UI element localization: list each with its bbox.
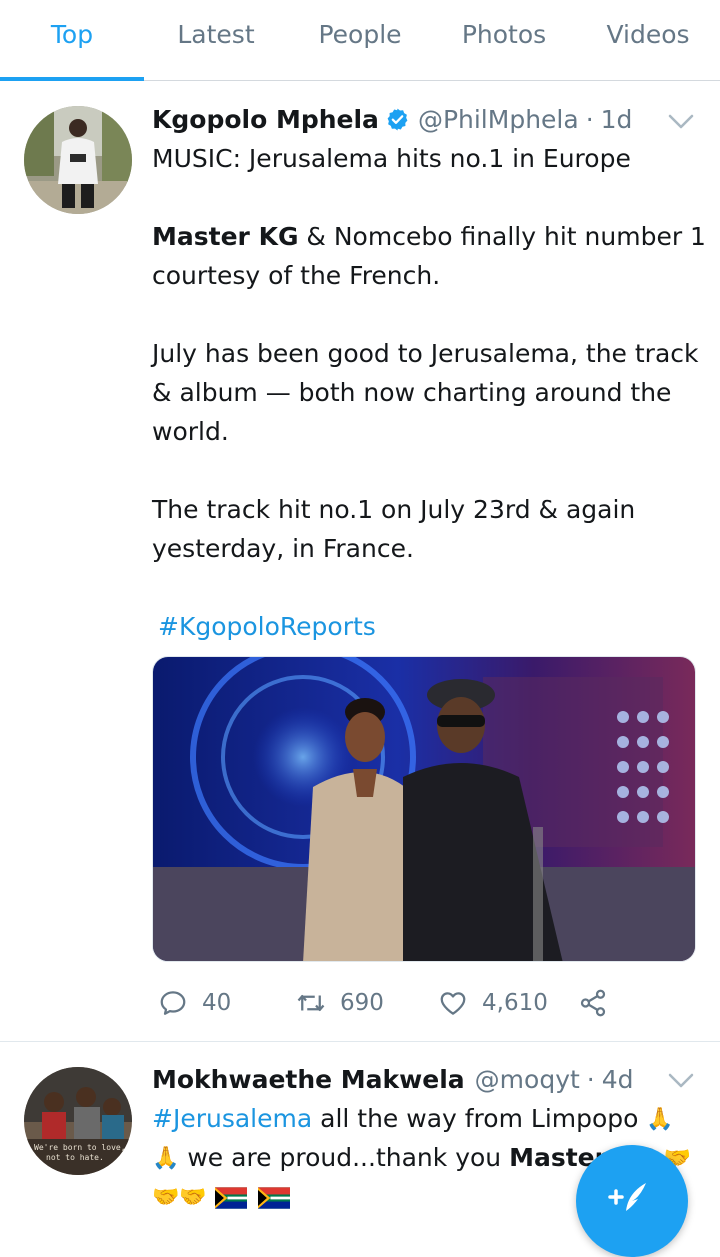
search-tabs: Top Latest People Photos Videos bbox=[0, 0, 720, 81]
like-count: 4,610 bbox=[482, 990, 548, 1016]
avatar-image: We're born to love, not to hate. bbox=[24, 1067, 132, 1175]
reply-count: 40 bbox=[202, 990, 232, 1016]
svg-text:We're born to love,: We're born to love, bbox=[34, 1143, 126, 1152]
handshake-emoji: 🤝 bbox=[179, 1185, 207, 1210]
compose-tweet-button[interactable] bbox=[576, 1145, 688, 1257]
text-line: MUSIC: Jerusalema hits no.1 in Europe bbox=[152, 144, 631, 173]
chevron-down-icon[interactable] bbox=[666, 1071, 696, 1091]
separator-dot: · bbox=[586, 1064, 595, 1094]
text-line: The track hit no.1 on July 23rd & again bbox=[152, 495, 636, 524]
author-handle[interactable]: @PhilMphela bbox=[418, 105, 579, 134]
retweet-button[interactable]: 690 bbox=[296, 981, 384, 1025]
share-button[interactable] bbox=[578, 981, 622, 1025]
svg-text:not to hate.: not to hate. bbox=[46, 1153, 104, 1162]
like-button[interactable]: 4,610 bbox=[438, 981, 548, 1025]
tab-photos[interactable]: Photos bbox=[432, 0, 576, 80]
south-africa-flag-icon bbox=[214, 1187, 247, 1209]
text-line: Master KG & Nomcebo finally hit number 1 bbox=[152, 222, 706, 251]
like-icon bbox=[440, 992, 466, 1015]
tweet[interactable]: Kgopolo Mphela @PhilMphela · 1d MUSIC: J… bbox=[0, 81, 720, 1042]
pray-emoji: 🙏 bbox=[152, 1146, 180, 1171]
tweet-text: MUSIC: Jerusalema hits no.1 in Europe Ma… bbox=[152, 139, 706, 646]
tab-top[interactable]: Top bbox=[0, 0, 144, 81]
author-name[interactable]: Mokhwaethe Makwela bbox=[152, 1065, 465, 1094]
south-africa-flag-icon bbox=[257, 1187, 290, 1209]
tweet-actions: 40 690 4,610 bbox=[152, 981, 622, 1025]
chevron-down-icon[interactable] bbox=[666, 112, 696, 132]
tweet-photo[interactable] bbox=[152, 656, 696, 962]
mention-master-kg[interactable]: Master KG bbox=[152, 222, 298, 251]
reply-button[interactable]: 40 bbox=[158, 981, 231, 1025]
pray-emoji: 🙏 bbox=[646, 1107, 674, 1132]
avatar-image bbox=[24, 106, 132, 214]
tab-videos[interactable]: Videos bbox=[576, 0, 720, 80]
avatar[interactable]: We're born to love, not to hate. bbox=[24, 1067, 132, 1175]
avatar[interactable] bbox=[24, 106, 132, 214]
tab-latest[interactable]: Latest bbox=[144, 0, 288, 80]
text-line: world. bbox=[152, 417, 229, 446]
text-line: #Jerusalema all the way from Limpopo 🙏 bbox=[152, 1104, 674, 1133]
photo-image bbox=[153, 657, 695, 961]
verified-badge-icon bbox=[387, 108, 408, 130]
author-handle[interactable]: @moqyt bbox=[475, 1065, 580, 1094]
hashtag-link[interactable]: #KgopoloReports bbox=[158, 612, 376, 641]
timestamp[interactable]: 1d bbox=[601, 105, 633, 134]
text-line: yesterday, in France. bbox=[152, 534, 414, 563]
retweet-count: 690 bbox=[340, 990, 384, 1016]
text-line: & album — both now charting around the bbox=[152, 378, 672, 407]
author-name[interactable]: Kgopolo Mphela bbox=[152, 105, 379, 134]
text-line: courtesy of the French. bbox=[152, 261, 441, 290]
tweet-header: Mokhwaethe Makwela @moqyt · 4d bbox=[152, 1061, 690, 1097]
reply-icon bbox=[160, 991, 186, 1015]
hashtag-link[interactable]: #Jerusalema bbox=[152, 1104, 312, 1133]
text-line: July has been good to Jerusalema, the tr… bbox=[152, 339, 699, 368]
compose-icon bbox=[608, 1183, 646, 1211]
separator-dot: · bbox=[585, 104, 594, 134]
handshake-emoji: 🤝 bbox=[152, 1185, 180, 1210]
timestamp[interactable]: 4d bbox=[602, 1065, 634, 1094]
share-icon bbox=[580, 989, 606, 1017]
retweet-icon bbox=[297, 995, 325, 1011]
tab-people[interactable]: People bbox=[288, 0, 432, 80]
tweet-header: Kgopolo Mphela @PhilMphela · 1d bbox=[152, 101, 690, 137]
